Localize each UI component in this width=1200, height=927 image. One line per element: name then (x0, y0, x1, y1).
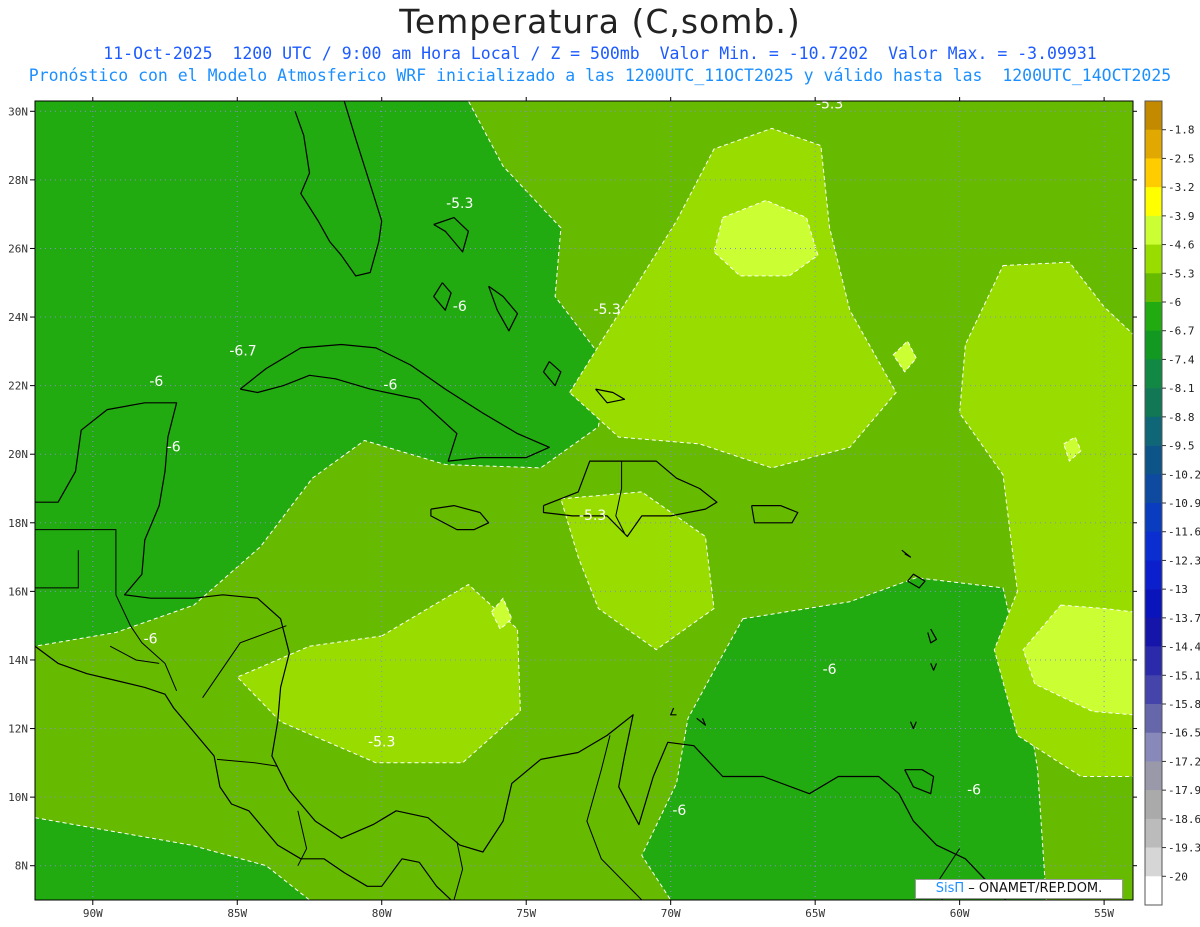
colorbar-swatch (1145, 244, 1162, 274)
colorbar-label: -3.2 (1168, 181, 1195, 194)
contour-label: -6 (672, 803, 686, 819)
contour-label: -6 (144, 631, 158, 647)
contour-label: -6 (167, 439, 181, 455)
colorbar-label: -4.6 (1168, 239, 1195, 252)
contour-label: -6 (453, 299, 467, 315)
y-tick-label: 26N (8, 242, 28, 255)
contour-label: -6.7 (229, 343, 256, 359)
colorbar-swatch (1145, 876, 1162, 906)
colorbar-swatch (1145, 388, 1162, 418)
credit-text: – ONAMET/REP.DOM. (964, 881, 1103, 896)
x-tick-label: 60W (950, 907, 970, 920)
colorbar-swatch (1145, 790, 1162, 820)
colorbar-label: -20 (1168, 870, 1188, 883)
x-tick-label: 80W (372, 907, 392, 920)
colorbar-swatch (1145, 646, 1162, 676)
colorbar-swatch (1145, 158, 1162, 188)
contour-label: -5.3 (446, 196, 473, 212)
colorbar-label: -13.7 (1168, 612, 1200, 625)
contour-label: -5.3 (816, 96, 843, 112)
y-tick-label: 16N (8, 585, 28, 598)
contour-label: -6 (823, 662, 837, 678)
colorbar-label: -18.6 (1168, 813, 1200, 826)
x-tick-label: 70W (661, 907, 681, 920)
y-tick-label: 18N (8, 517, 28, 530)
colorbar-label: -6 (1168, 296, 1181, 309)
x-tick-label: 85W (227, 907, 247, 920)
colorbar-label: -12.3 (1168, 554, 1200, 567)
x-tick-label: 65W (805, 907, 825, 920)
colorbar-swatch (1145, 503, 1162, 533)
y-tick-label: 22N (8, 380, 28, 393)
contour-label: -6 (149, 374, 163, 390)
colorbar-label: -19.3 (1168, 842, 1200, 855)
colorbar-swatch (1145, 302, 1162, 332)
colorbar-label: -15.1 (1168, 669, 1200, 682)
colorbar-label: -10.2 (1168, 468, 1200, 481)
colorbar-label: -2.5 (1168, 152, 1195, 165)
colorbar-swatch (1145, 474, 1162, 504)
colorbar-label: -10.9 (1168, 497, 1200, 510)
colorbar-label: -15.8 (1168, 698, 1200, 711)
y-tick-label: 20N (8, 448, 28, 461)
colorbar-label: -11.6 (1168, 526, 1200, 539)
colorbar-swatch (1145, 101, 1162, 131)
colorbar-label: -17.2 (1168, 755, 1200, 768)
colorbar-label: -8.1 (1168, 382, 1195, 395)
colorbar-swatch (1145, 847, 1162, 877)
colorbar-swatch (1145, 560, 1162, 590)
colorbar-swatch (1145, 215, 1162, 245)
colorbar-swatch (1145, 617, 1162, 647)
contour-label: -5.3 (593, 302, 620, 318)
colorbar-label: -5.3 (1168, 267, 1195, 280)
colorbar-label: -1.8 (1168, 124, 1195, 137)
temperature-map: -5.3 -5.3 -6 -5.3 -6.7 -6 -6 -6 -5.3 -6 -6 -5.3 -6 -6… (8, 29, 1200, 920)
x-tick-label: 55W (1094, 907, 1114, 920)
colorbar-swatch (1145, 359, 1162, 389)
colorbar-label: -6.7 (1168, 325, 1195, 338)
colorbar-label: -16.5 (1168, 727, 1200, 740)
y-tick-label: 30N (8, 105, 28, 118)
y-tick-label: 8N (15, 860, 28, 873)
contour-label: -5.3 (579, 508, 606, 524)
contour-label: -6 (383, 378, 397, 394)
y-tick-label: 14N (8, 654, 28, 667)
colorbar-label: -14.4 (1168, 641, 1200, 654)
y-tick-label: 10N (8, 791, 28, 804)
contour-label: -5.3 (368, 734, 395, 750)
y-tick-label: 28N (8, 174, 28, 187)
colorbar-label: -17.9 (1168, 784, 1200, 797)
x-tick-label: 75W (516, 907, 536, 920)
colorbar-swatch (1145, 761, 1162, 791)
colorbar-swatch (1145, 416, 1162, 446)
colorbar-swatch (1145, 273, 1162, 303)
colorbar-label: -7.4 (1168, 353, 1195, 366)
credit-brand: SisΠ (935, 881, 965, 896)
y-tick-label: 12N (8, 723, 28, 736)
colorbar-swatch (1145, 818, 1162, 848)
colorbar-label: -3.9 (1168, 210, 1195, 223)
colorbar-swatch (1145, 330, 1162, 360)
x-tick-label: 90W (83, 907, 103, 920)
contour-label: -6 (967, 782, 981, 798)
colorbar-swatch (1145, 531, 1162, 561)
colorbar-swatch (1145, 589, 1162, 619)
colorbar-swatch (1145, 129, 1162, 159)
colorbar-swatch (1145, 445, 1162, 475)
colorbar-swatch (1145, 704, 1162, 734)
colorbar-swatch (1145, 187, 1162, 217)
coastline (835, 29, 838, 32)
credit-box: SisΠ – ONAMET/REP.DOM. (915, 879, 1123, 899)
colorbar-swatch (1145, 675, 1162, 705)
colorbar-label: -8.8 (1168, 411, 1195, 424)
colorbar-label: -13 (1168, 583, 1188, 596)
y-tick-label: 24N (8, 311, 28, 324)
colorbar-swatch (1145, 732, 1162, 762)
colorbar-label: -9.5 (1168, 440, 1195, 453)
